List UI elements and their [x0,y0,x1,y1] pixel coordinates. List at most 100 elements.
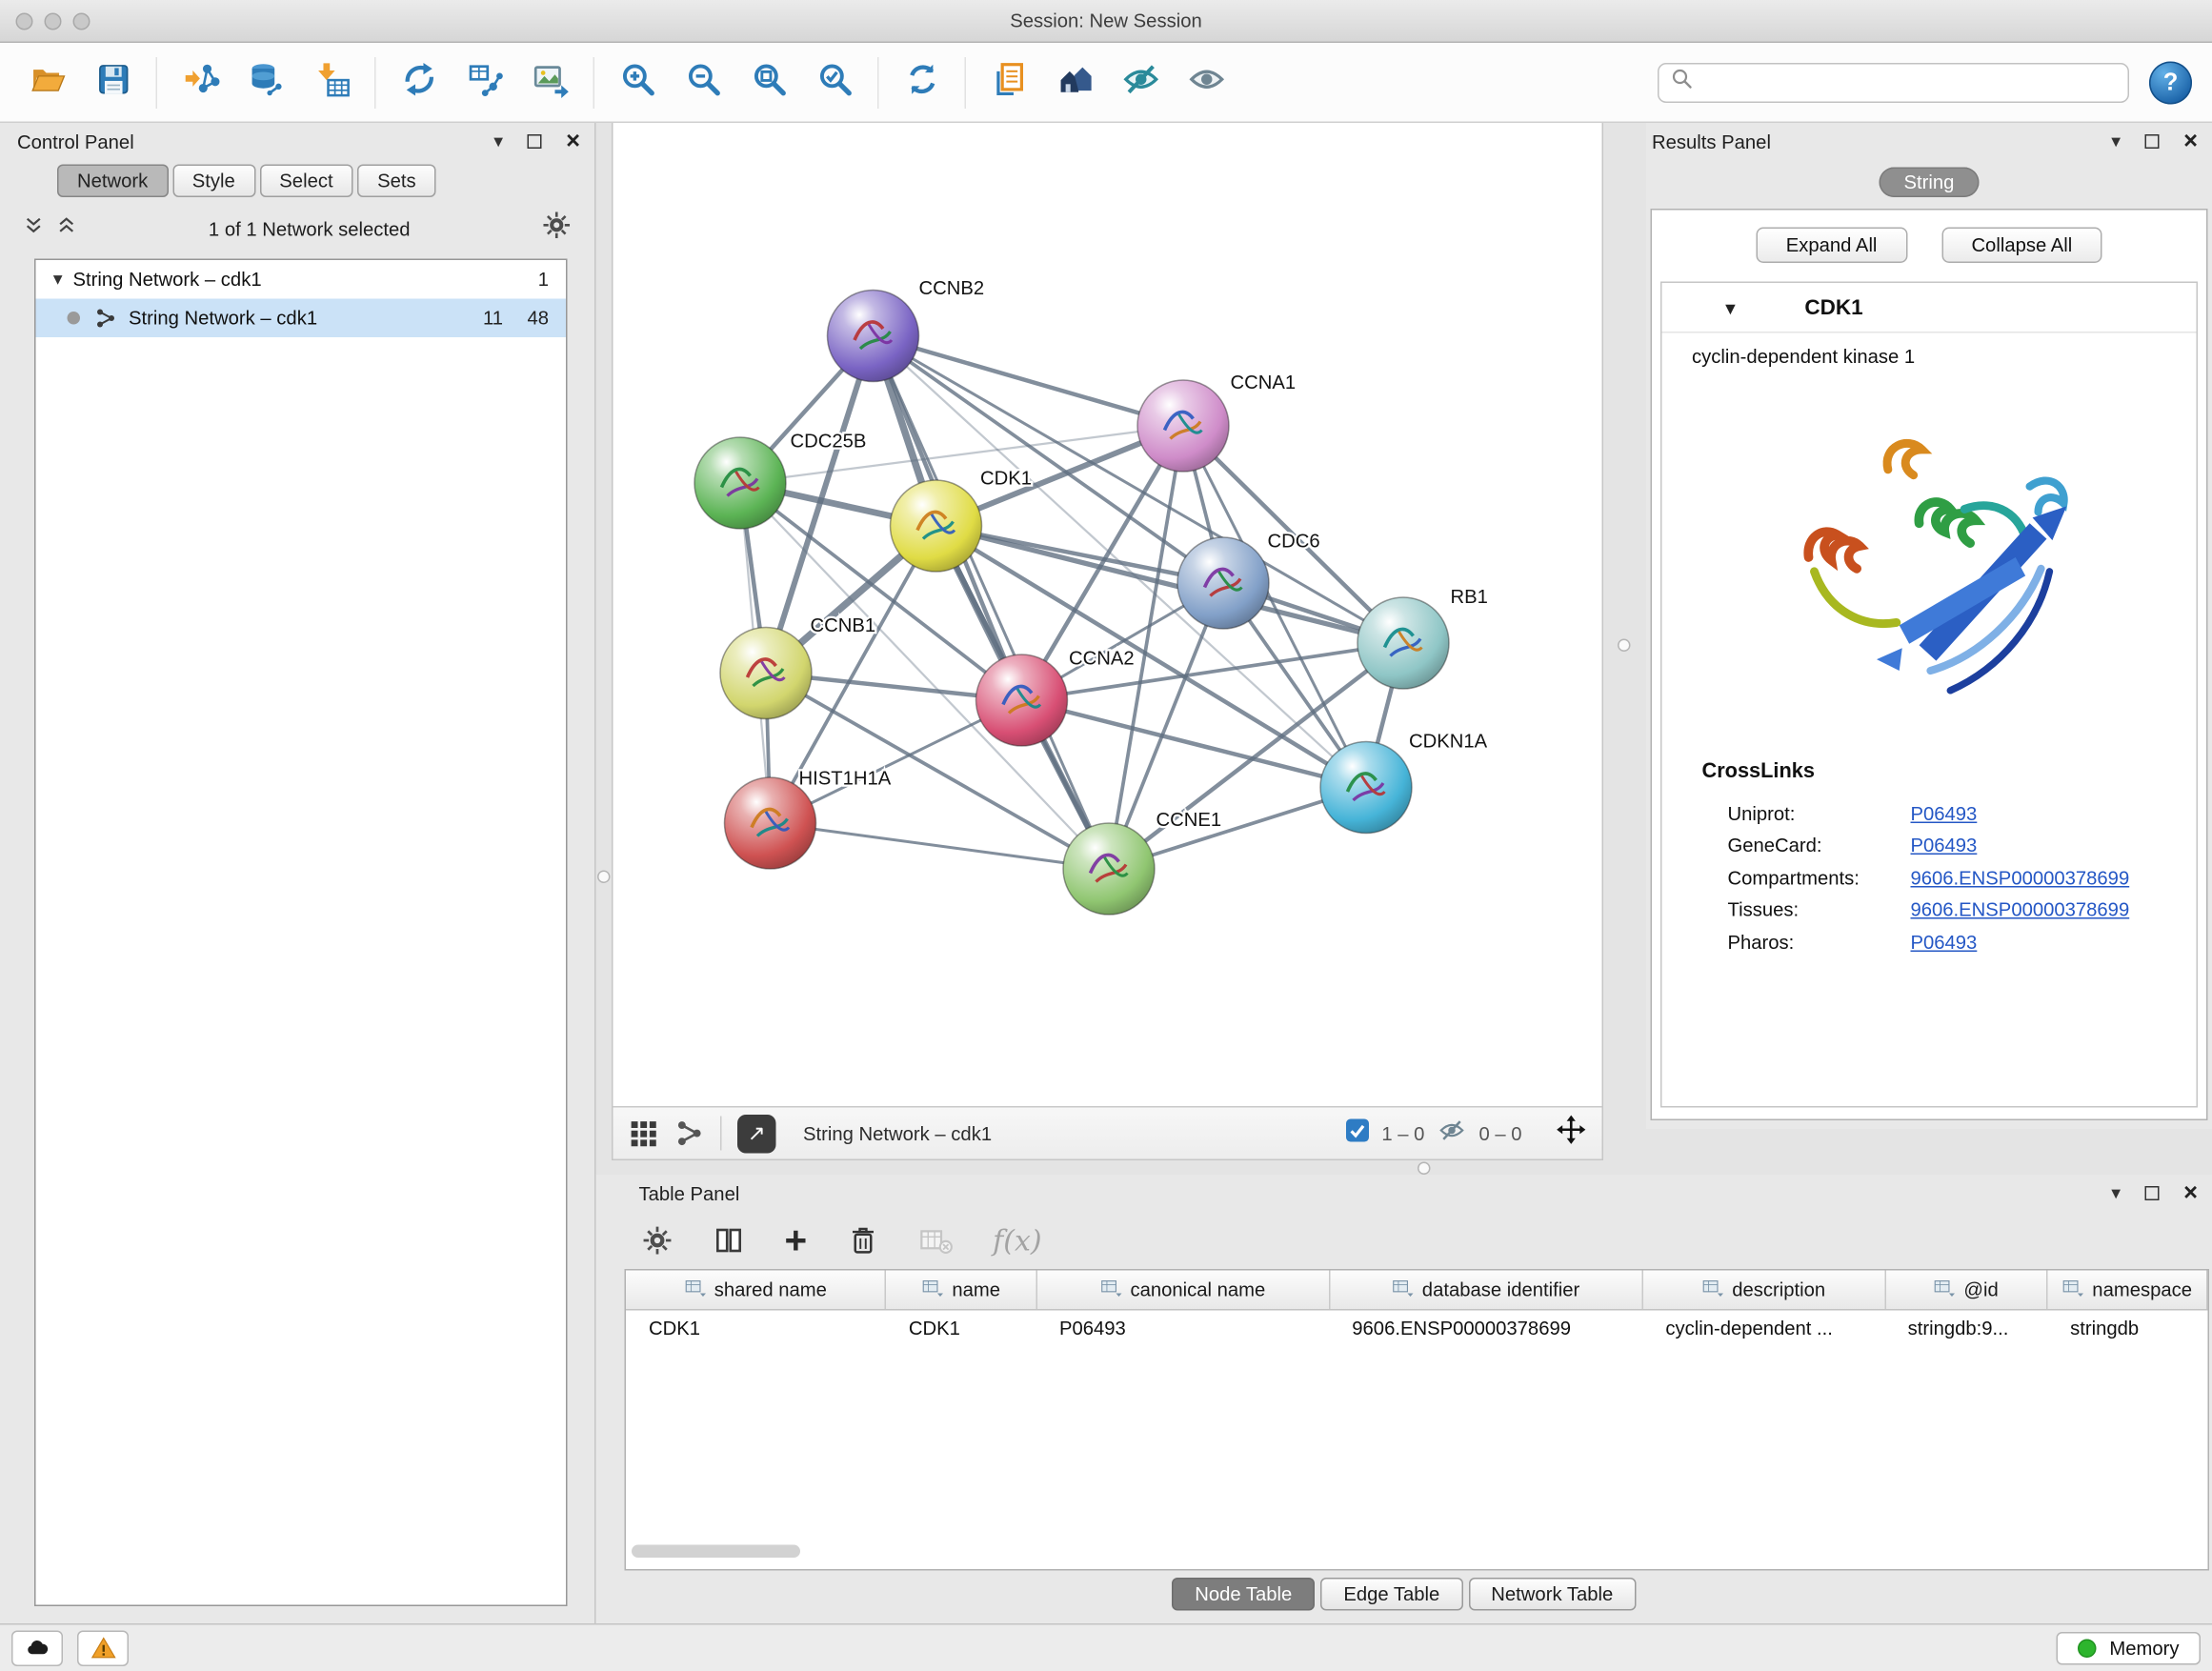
network-swap-button[interactable] [386,52,452,112]
table-cell[interactable]: CDK1 [626,1309,886,1348]
splitter-handle[interactable] [597,871,611,884]
control-panel-float-icon[interactable] [528,134,542,149]
table-settings-gear-icon[interactable] [642,1225,674,1257]
column-header-database-identifier[interactable]: database identifier [1329,1271,1642,1310]
tab-string[interactable]: String [1880,168,1979,198]
column-header--id[interactable]: @id [1885,1271,2047,1310]
expand-all-button[interactable]: Expand All [1756,228,1907,264]
results-panel-float-icon[interactable] [2145,134,2160,149]
table-cell[interactable]: stringdb:9... [1885,1309,2047,1348]
refresh-network-button[interactable] [889,52,955,112]
crosslink-value-link[interactable]: P06493 [1911,835,1978,856]
column-header-canonical-name[interactable]: canonical name [1036,1271,1329,1310]
table-cell[interactable]: CDK1 [886,1309,1036,1348]
network-edge[interactable] [874,336,1184,427]
open-session-button[interactable] [14,52,80,112]
search-input[interactable] [1702,71,2117,93]
network-and-table-button[interactable] [452,52,517,112]
network-node-RB1[interactable] [1357,597,1449,689]
left-splitter[interactable] [596,123,613,1160]
zoom-in-button[interactable] [605,52,671,112]
column-sort-icon[interactable] [684,1278,706,1302]
network-edge[interactable] [771,823,1110,869]
control-panel-close-icon[interactable]: × [566,134,580,149]
select-columns-icon[interactable] [714,1225,745,1257]
cdk1-section-header[interactable]: ▼ CDK1 [1662,283,2197,333]
tree-row-network[interactable]: String Network – cdk1 11 48 [36,299,567,338]
network-node-CDKN1A[interactable] [1320,742,1412,834]
tab-style[interactable]: Style [172,165,255,198]
import-table-file-button[interactable] [299,52,365,112]
import-network-file-button[interactable] [168,52,233,112]
column-sort-icon[interactable] [1100,1278,1122,1302]
splitter-handle[interactable] [1618,639,1631,653]
minimize-window-button[interactable] [45,13,62,30]
network-edge[interactable] [874,336,1110,870]
cloud-status-button[interactable] [11,1630,63,1666]
home-layouts-button[interactable] [1042,52,1108,112]
tab-network-table[interactable]: Network Table [1468,1578,1636,1611]
scrollbar-thumb[interactable] [632,1545,800,1559]
maximize-window-button[interactable] [73,13,90,30]
results-panel-close-icon[interactable]: × [2183,134,2198,149]
control-panel-menu-icon[interactable]: ▾ [493,131,503,153]
tree-expander-icon[interactable]: ▼ [50,271,73,288]
zoom-fit-button[interactable] [736,52,802,112]
column-sort-icon[interactable] [922,1278,944,1302]
table-cell[interactable]: P06493 [1036,1309,1329,1348]
network-canvas[interactable]: CCNB2CCNA1CDC25BCDK1CDC6RB1CCNB1CCNA2CDK… [613,123,1602,1106]
table-cell[interactable]: stringdb [2047,1309,2207,1348]
column-sort-icon[interactable] [1392,1278,1414,1302]
tab-edge-table[interactable]: Edge Table [1320,1578,1462,1611]
results-panel-menu-icon[interactable]: ▾ [2111,131,2121,153]
network-options-gear-icon[interactable] [542,211,573,248]
add-column-icon[interactable]: + [785,1228,808,1254]
horizontal-scrollbar[interactable] [632,1545,2200,1562]
zoom-selected-button[interactable] [802,52,868,112]
export-image-button[interactable] [517,52,583,112]
table-panel-float-icon[interactable] [2145,1186,2160,1200]
right-splitter[interactable] [1603,123,1646,1160]
collapse-all-icon[interactable] [23,214,45,243]
string-network-icon[interactable] [674,1118,705,1149]
warning-button[interactable] [77,1630,129,1666]
import-network-database-button[interactable] [233,52,299,112]
table-cell[interactable]: 9606.ENSP00000378699 [1329,1309,1642,1348]
table-row[interactable]: CDK1CDK1P064939606.ENSP00000378699cyclin… [626,1309,2207,1348]
network-node-CCNE1[interactable] [1063,823,1155,915]
zoom-out-button[interactable] [671,52,736,112]
crosslink-value-link[interactable]: 9606.ENSP00000378699 [1911,899,2130,921]
tab-network[interactable]: Network [57,165,168,198]
network-node-CCNB1[interactable] [720,628,812,719]
column-sort-icon[interactable] [2062,1278,2084,1302]
search-box[interactable] [1658,62,2129,102]
column-sort-icon[interactable] [1702,1278,1724,1302]
column-header-name[interactable]: name [886,1271,1036,1310]
crosslink-value-link[interactable]: 9606.ENSP00000378699 [1911,867,2130,889]
network-node-HIST1H1A[interactable] [725,777,816,869]
tab-sets[interactable]: Sets [357,165,436,198]
delete-column-trash-icon[interactable] [847,1225,878,1257]
network-node-CCNA1[interactable] [1137,380,1229,472]
collapse-section-icon[interactable]: ▼ [1722,298,1739,318]
table-panel-close-icon[interactable]: × [2183,1186,2198,1200]
network-node-CCNA2[interactable] [976,654,1068,746]
expand-all-icon[interactable] [56,214,78,243]
column-header-description[interactable]: description [1642,1271,1884,1310]
show-panel-button[interactable] [1174,52,1239,112]
horizontal-splitter[interactable] [596,1160,2212,1175]
save-session-button[interactable] [80,52,146,112]
table-cell[interactable]: cyclin-dependent ... [1642,1309,1884,1348]
table-panel-menu-icon[interactable]: ▾ [2111,1182,2121,1205]
open-in-browser-button[interactable]: ↗ [737,1114,776,1153]
column-sort-icon[interactable] [1934,1278,1956,1302]
splitter-handle[interactable] [1418,1161,1431,1175]
crosslink-value-link[interactable]: P06493 [1911,931,1978,953]
tab-node-table[interactable]: Node Table [1172,1578,1315,1611]
pan-move-icon[interactable] [1555,1114,1588,1154]
close-window-button[interactable] [16,13,33,30]
tab-select[interactable]: Select [259,165,352,198]
network-node-CDC25B[interactable] [694,437,786,529]
column-header-namespace[interactable]: namespace [2047,1271,2207,1310]
selected-checkbox-icon[interactable] [1346,1118,1369,1149]
